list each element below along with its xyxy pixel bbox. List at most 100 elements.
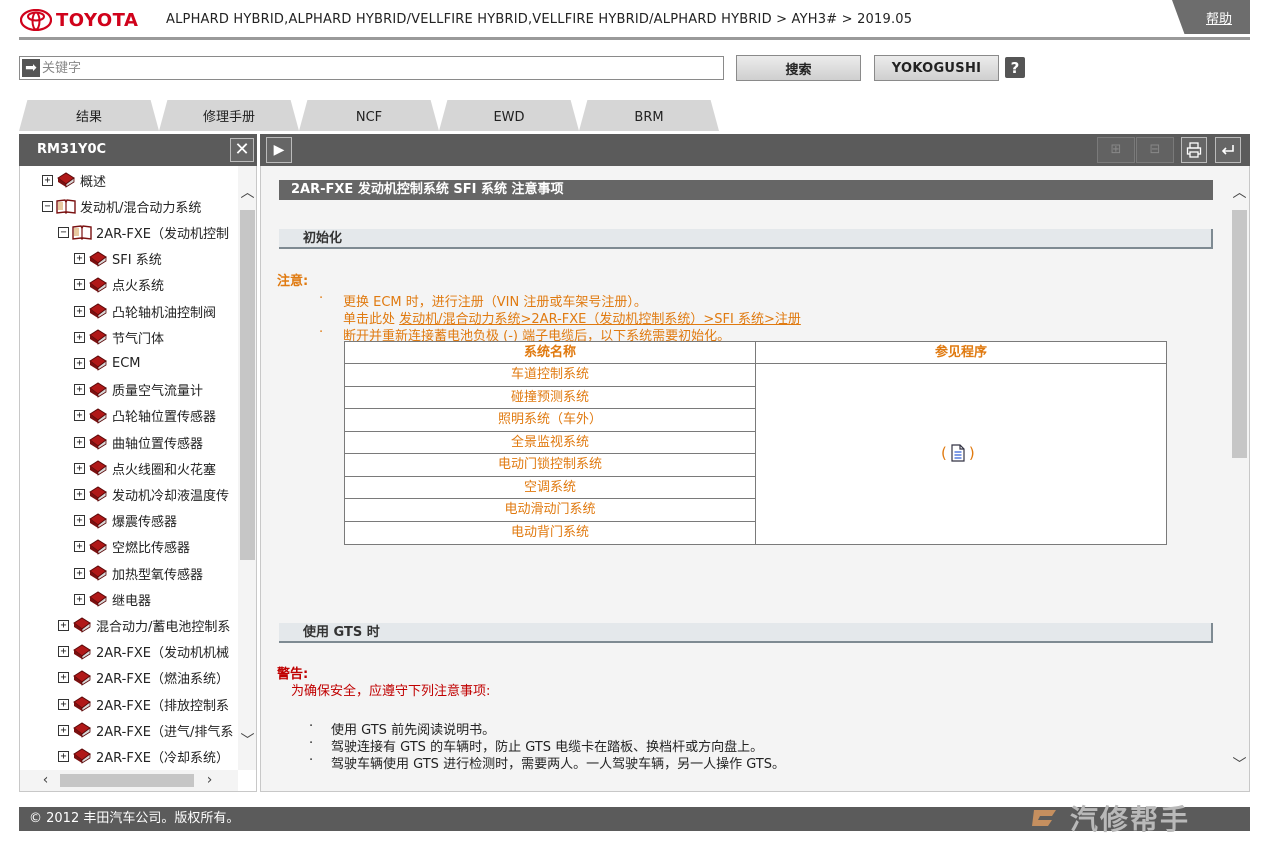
expand-toggle-icon[interactable]: +: [74, 331, 85, 343]
tree-item-label: 继电器: [112, 593, 152, 609]
tree-item[interactable]: − 发动机/混合动力系统: [42, 195, 201, 217]
content-scroll-thumb[interactable]: [1232, 210, 1247, 458]
tree-item-label: 曲轴位置传感器: [112, 436, 204, 452]
toyota-emblem-icon: [20, 9, 52, 31]
expand-toggle-icon[interactable]: +: [58, 672, 69, 684]
tree-item[interactable]: − 2AR-FXE（发动机控制: [58, 221, 229, 243]
tab-ewd[interactable]: EWD: [439, 100, 579, 131]
expand-toggle-icon[interactable]: +: [74, 357, 85, 369]
yokogushi-button[interactable]: YOKOGUSHI: [874, 55, 999, 81]
tree-item[interactable]: + 凸轮轴位置传感器: [74, 405, 216, 427]
zoom-in-icon[interactable]: ⊞: [1097, 137, 1135, 163]
printer-icon[interactable]: [1181, 137, 1207, 163]
tree-item[interactable]: + 曲轴位置传感器: [74, 431, 203, 453]
closed-book-icon: [89, 486, 107, 503]
expand-panel-button[interactable]: ▶: [266, 137, 292, 163]
tree-item[interactable]: + 混合动力/蓄电池控制系: [58, 614, 230, 636]
expand-toggle-icon[interactable]: +: [74, 567, 85, 579]
expand-toggle-icon[interactable]: +: [74, 253, 85, 265]
expand-toggle-icon[interactable]: +: [74, 410, 85, 422]
tree-item[interactable]: +2AR-FXE（冷却系统）: [58, 745, 229, 767]
chevron-down-icon[interactable]: ﹀: [238, 732, 256, 751]
search-input[interactable]: [42, 59, 720, 77]
search-button[interactable]: 搜索: [736, 55, 861, 81]
tree-item[interactable]: + 继电器: [74, 588, 151, 610]
breadcrumb: ALPHARD HYBRID,ALPHARD HYBRID/VELLFIRE H…: [166, 12, 913, 27]
closed-book-icon: [73, 696, 91, 712]
arrow-right-icon[interactable]: ➡: [22, 59, 40, 77]
return-icon[interactable]: [1215, 137, 1241, 163]
expand-toggle-icon[interactable]: +: [74, 593, 85, 605]
chevron-down-icon[interactable]: ﹀: [1230, 756, 1249, 775]
close-icon[interactable]: ✕: [230, 138, 254, 162]
tree-item-label: 加热型氧传感器: [112, 567, 204, 583]
content-vertical-scrollbar[interactable]: ︿ ﹀: [1230, 166, 1249, 790]
expand-toggle-icon[interactable]: +: [74, 384, 85, 396]
tree-item[interactable]: + SFI 系统: [74, 248, 162, 270]
closed-book-icon: [89, 251, 107, 267]
tree-item[interactable]: +2AR-FXE（燃油系统）: [58, 667, 229, 689]
tab-ncf[interactable]: NCF: [299, 100, 439, 131]
expand-toggle-icon[interactable]: +: [74, 541, 85, 553]
zoom-out-icon[interactable]: ⊟: [1136, 137, 1174, 163]
tree-item[interactable]: +2AR-FXE（进气/排气系: [58, 719, 233, 741]
expand-toggle-icon[interactable]: +: [74, 462, 85, 474]
tree-item[interactable]: + 节气门体: [74, 326, 164, 348]
tab-results[interactable]: 结果: [19, 100, 159, 131]
tree-item-label: SFI 系统: [112, 253, 162, 269]
tree-item[interactable]: + 概述: [42, 169, 106, 191]
expand-toggle-icon[interactable]: +: [74, 279, 85, 291]
table-row: 照明系统（车外）: [345, 409, 755, 432]
chevron-up-icon[interactable]: ︿: [1230, 184, 1249, 203]
expand-toggle-icon[interactable]: +: [74, 488, 85, 500]
tree-item[interactable]: + 加热型氧传感器: [74, 562, 203, 584]
tree-item[interactable]: + 点火线圈和火花塞: [74, 457, 216, 479]
tree-item[interactable]: +2AR-FXE（排放控制系: [58, 693, 229, 715]
tree-item[interactable]: + 发动机冷却液温度传: [74, 483, 229, 505]
expand-toggle-icon[interactable]: +: [58, 698, 69, 710]
search-box: ➡: [19, 56, 724, 80]
tree-item-label: 凸轮轴机油控制阀: [112, 305, 217, 321]
expand-toggle-icon[interactable]: +: [58, 724, 69, 736]
expand-toggle-icon[interactable]: +: [74, 515, 85, 527]
tree-item[interactable]: + 质量空气流量计: [74, 379, 203, 401]
table-row: 电动门锁控制系统: [345, 454, 755, 477]
tree-item[interactable]: + 爆震传感器: [74, 510, 177, 532]
question-help-icon[interactable]: ?: [1005, 57, 1025, 78]
tree-hscroll-thumb[interactable]: [60, 774, 194, 787]
tree-item[interactable]: + 点火系统: [74, 274, 164, 296]
chevron-right-icon[interactable]: ›: [200, 771, 219, 790]
chevron-left-icon[interactable]: ‹: [36, 771, 55, 790]
collapse-toggle-icon[interactable]: −: [58, 226, 69, 238]
help-button[interactable]: 帮助: [1172, 0, 1250, 34]
table-header-system-name: 系统名称: [345, 342, 755, 364]
tree-scroll-thumb[interactable]: [240, 210, 255, 560]
expand-toggle-icon[interactable]: +: [58, 750, 69, 762]
tree-vertical-scrollbar[interactable]: ︿ ﹀: [238, 166, 256, 770]
open-book-icon: [72, 225, 92, 241]
tree-item[interactable]: + 空燃比传感器: [74, 536, 190, 558]
document-icon[interactable]: [950, 444, 966, 462]
expand-toggle-icon[interactable]: +: [74, 305, 85, 317]
expand-toggle-icon[interactable]: +: [58, 619, 69, 631]
tree-item[interactable]: +2AR-FXE（发动机机械: [58, 641, 229, 663]
main-tabs: 结果 修理手册 NCF EWD BRM: [19, 100, 739, 131]
chevron-up-icon[interactable]: ︿: [238, 184, 256, 203]
tab-repair-manual[interactable]: 修理手册: [159, 100, 299, 131]
watermark-text: 汽修帮手: [1070, 803, 1191, 836]
bullet: ·: [309, 736, 314, 751]
collapse-toggle-icon[interactable]: −: [42, 200, 53, 212]
tree-item[interactable]: + ECM: [74, 352, 141, 374]
expand-toggle-icon[interactable]: +: [42, 174, 53, 186]
tree-horizontal-scrollbar[interactable]: ‹ ›: [20, 770, 238, 791]
tree-item[interactable]: + 凸轮轴机油控制阀: [74, 300, 216, 322]
tree-item-label: 点火系统: [112, 279, 165, 295]
closed-book-icon: [89, 460, 107, 476]
expand-toggle-icon[interactable]: +: [74, 436, 85, 448]
document-title: 2AR-FXE 发动机控制系统 SFI 系统 注意事项: [279, 180, 1213, 200]
tree-item-label: 2AR-FXE（排放控制系: [96, 698, 229, 714]
tab-brm[interactable]: BRM: [579, 100, 719, 131]
bullet: ·: [309, 719, 314, 734]
expand-toggle-icon[interactable]: +: [58, 646, 69, 658]
caution-label: 注意:: [277, 274, 309, 289]
